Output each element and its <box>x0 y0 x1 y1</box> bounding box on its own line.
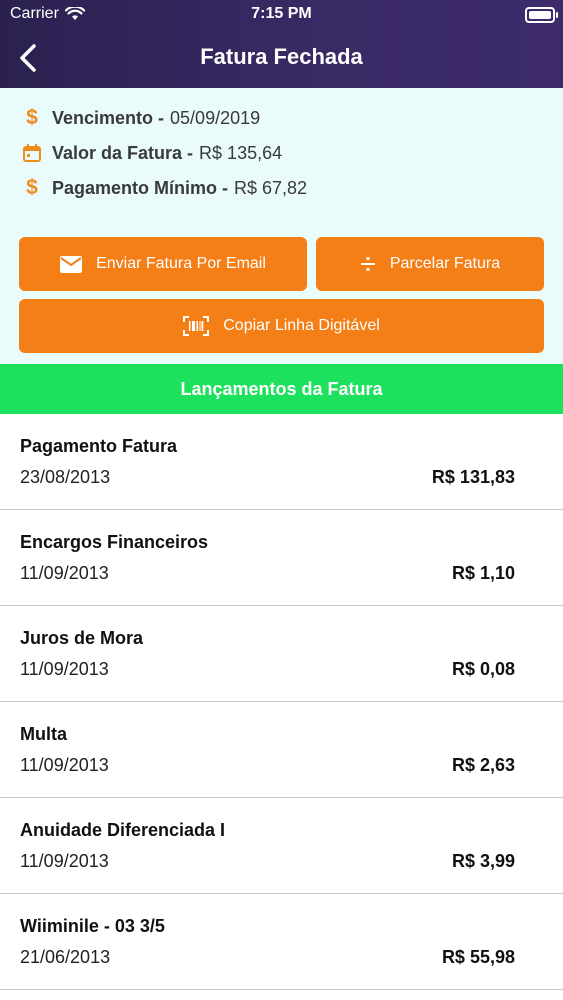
item-date: 23/08/2013 <box>20 467 111 487</box>
list-item[interactable]: Anuidade Diferenciada I 11/09/2013 R$ 3,… <box>0 798 563 894</box>
dollar-icon: $ <box>26 176 38 199</box>
invoice-amount-value: R$ 135,64 <box>199 142 283 163</box>
copy-barcode-button[interactable]: Copiar Linha Digitável <box>19 299 544 353</box>
status-time: 7:15 PM <box>251 5 312 22</box>
calendar-icon <box>20 141 44 165</box>
email-invoice-button[interactable]: Enviar Fatura Por Email <box>19 237 307 291</box>
item-amount: R$ 55,98 <box>441 947 515 967</box>
item-amount: R$ 1,10 <box>451 563 515 583</box>
barcode-icon <box>183 316 210 336</box>
installment-invoice-label: Parcelar Fatura <box>389 255 501 272</box>
item-amount: R$ 2,63 <box>451 755 515 775</box>
list-item[interactable]: Encargos Financeiros 11/09/2013 R$ 1,10 <box>0 510 563 606</box>
item-description: Encargos Financeiros <box>20 532 209 552</box>
invoice-amount-label: Valor da Fatura - <box>52 142 194 163</box>
battery-icon <box>525 7 558 23</box>
copy-barcode-label: Copiar Linha Digitável <box>223 317 380 334</box>
email-invoice-label: Enviar Fatura Por Email <box>96 255 266 272</box>
item-date: 11/09/2013 <box>20 659 109 679</box>
list-item[interactable]: Pagamento Fatura 23/08/2013 R$ 131,83 <box>0 414 563 510</box>
item-description: Anuidade Diferenciada I <box>20 820 226 840</box>
minimum-payment-row: $ Pagamento Mínimo - R$ 67,82 <box>20 173 307 203</box>
item-amount: R$ 0,08 <box>451 659 515 679</box>
item-description: Multa <box>20 724 67 744</box>
invoice-amount-row: Valor da Fatura - R$ 135,64 <box>20 138 282 168</box>
transactions-list: Pagamento Fatura 23/08/2013 R$ 131,83 En… <box>0 414 563 990</box>
item-date: 11/09/2013 <box>20 563 109 583</box>
item-description: Pagamento Fatura <box>20 436 178 456</box>
due-date-row: $ Vencimento - 05/09/2019 <box>20 103 260 133</box>
mail-icon <box>60 255 83 273</box>
status-bar: Carrier 7:15 PM <box>0 0 563 30</box>
dollar-icon: $ <box>26 106 38 129</box>
item-description: Wiiminile - 03 3/5 <box>20 916 165 936</box>
item-amount: R$ 131,83 <box>431 467 515 487</box>
item-date: 21/06/2013 <box>20 947 111 967</box>
list-item[interactable]: Multa 11/09/2013 R$ 2,63 <box>0 702 563 798</box>
nav-header: Carrier 7:15 PM Fatura Fechada <box>0 0 563 88</box>
due-date-value: 05/09/2019 <box>170 107 261 128</box>
item-amount: R$ 3,99 <box>451 851 515 871</box>
transactions-section-header: Lançamentos da Fatura <box>0 364 563 414</box>
list-item[interactable]: Wiiminile - 03 3/5 21/06/2013 R$ 55,98 <box>0 894 563 990</box>
item-date: 11/09/2013 <box>20 851 109 871</box>
minimum-payment-value: R$ 67,82 <box>234 177 308 198</box>
invoice-summary: $ Vencimento - 05/09/2019 Valor da Fatur… <box>0 88 563 364</box>
list-item[interactable]: Juros de Mora 11/09/2013 R$ 0,08 <box>0 606 563 702</box>
installment-invoice-button[interactable]: Parcelar Fatura <box>316 237 544 291</box>
divide-icon <box>360 256 376 272</box>
due-date-label: Vencimento - <box>52 107 165 128</box>
item-description: Juros de Mora <box>20 628 144 648</box>
item-date: 11/09/2013 <box>20 755 109 775</box>
minimum-payment-label: Pagamento Mínimo - <box>52 177 229 198</box>
page-title: Fatura Fechada <box>200 44 363 69</box>
